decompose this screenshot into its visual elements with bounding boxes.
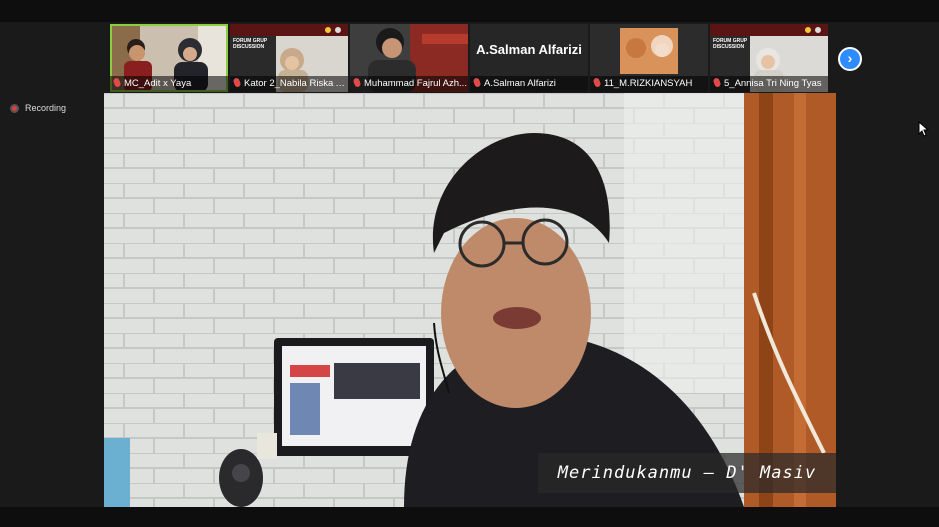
active-speaker-video[interactable]: Merindukanmu – D' Masiv — [104, 93, 836, 507]
mic-muted-icon — [352, 77, 362, 88]
participant-tile-annisa[interactable]: FORUM GRUP DISCUSSION 5_Annisa Tri Ning T… — [710, 24, 828, 92]
mic-muted-icon — [472, 77, 482, 88]
next-page-button[interactable]: › — [838, 47, 862, 71]
mic-muted-icon — [712, 77, 722, 88]
participant-tile-salman[interactable]: A.Salman Alfarizi A.Salman Alfarizi — [470, 24, 588, 92]
participant-tile-rizkiansyah[interactable]: 11_M.RIZKIANSYAH — [590, 24, 708, 92]
tile-badge-text: FORUM GRUP DISCUSSION — [713, 38, 748, 50]
top-bar — [0, 0, 939, 22]
participant-name: 11_M.RIZKIANSYAH — [590, 76, 708, 92]
participant-name: Kator 2_Nabila Riska A... — [230, 76, 348, 92]
mouse-cursor-icon — [918, 121, 930, 137]
participant-name: MC_Adit x Yaya — [110, 76, 228, 92]
recording-label: Recording — [25, 103, 67, 113]
participant-name: 5_Annisa Tri Ning Tyas — [710, 76, 828, 92]
participant-strip: MC_Adit x Yaya FORUM GRUP DISCUSSION Kato… — [110, 24, 830, 92]
participant-tile-nabila[interactable]: FORUM GRUP DISCUSSION Kator 2_Nabila Risk… — [230, 24, 348, 92]
participant-display-name: A.Salman Alfarizi — [476, 42, 582, 57]
tile-badge-text: FORUM GRUP DISCUSSION — [233, 38, 268, 50]
speaker-video-frame — [104, 93, 836, 507]
video-caption: Merindukanmu – D' Masiv — [538, 453, 836, 493]
participant-tile-fajrul[interactable]: Muhammad Fajrul Azh... — [350, 24, 468, 92]
mic-muted-icon — [232, 77, 242, 88]
zoom-meeting-window: MC_Adit x Yaya FORUM GRUP DISCUSSION Kato… — [0, 0, 939, 527]
participant-name: A.Salman Alfarizi — [470, 76, 588, 92]
participant-name: Muhammad Fajrul Azh... — [350, 76, 468, 92]
recording-indicator[interactable]: Recording — [10, 101, 66, 115]
chevron-right-icon: › — [847, 50, 853, 66]
mic-muted-icon — [592, 77, 602, 88]
bottom-bar — [0, 507, 939, 527]
recording-dot-icon — [10, 103, 19, 113]
mic-muted-icon — [112, 77, 122, 88]
participant-tile-mc-adit[interactable]: MC_Adit x Yaya — [110, 24, 228, 92]
